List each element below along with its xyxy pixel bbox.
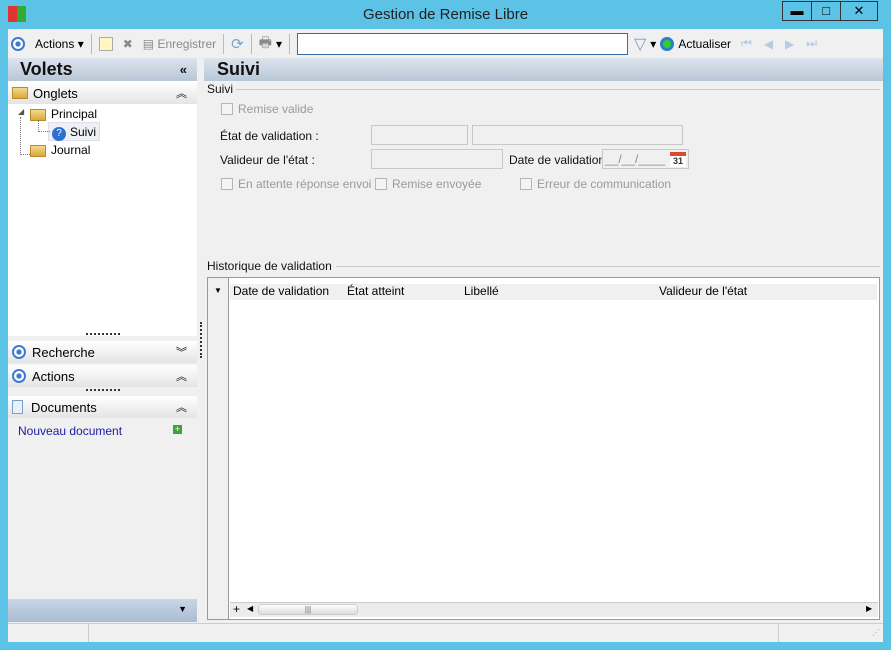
close-button[interactable]: ✕ <box>840 1 878 21</box>
column-header[interactable]: Valideur de l'état <box>659 284 747 298</box>
date-label: Date de validation : <box>509 153 612 167</box>
folder-icon <box>12 87 28 99</box>
previous-record-icon[interactable]: ◀ <box>764 37 773 51</box>
valideur-field[interactable] <box>371 149 503 169</box>
volets-header: Volets « <box>8 58 197 81</box>
chevron-down-icon[interactable]: ▼ <box>178 604 187 614</box>
tree-label: Suivi <box>70 125 97 139</box>
status-bar: ⋰ <box>8 623 883 642</box>
erreur-checkbox[interactable]: Erreur de communication <box>520 177 671 191</box>
valideur-label: Valideur de l'état : <box>220 153 315 167</box>
filter-dropdown[interactable]: ▾ <box>650 37 656 51</box>
toolbar: Actions ▾ ✖ ▤ Enregistrer ⟳ 🖶 ▾ ▽ ▾ Actua… <box>8 29 883 58</box>
actions-header[interactable]: Actions ︽ <box>8 365 197 387</box>
new-icon[interactable] <box>98 36 113 51</box>
filter-icon[interactable]: ▽ <box>634 34 646 54</box>
chevron-down-icon[interactable]: ︾ <box>176 344 187 360</box>
checkbox-label: Remise valide <box>238 102 314 116</box>
window-title: Gestion de Remise Libre <box>362 6 529 23</box>
checkbox-label: Remise envoyée <box>392 177 482 191</box>
group-line <box>336 266 880 267</box>
tree-label: Principal <box>51 107 98 121</box>
vertical-splitter[interactable] <box>200 322 202 358</box>
new-document-link[interactable]: Nouveau document <box>18 424 122 438</box>
onglets-label: Onglets <box>33 85 78 101</box>
column-header[interactable]: État atteint <box>347 284 404 298</box>
refresh-icon[interactable] <box>660 36 675 51</box>
recherche-icon <box>12 345 26 359</box>
last-record-icon[interactable]: ⏭ <box>806 36 817 51</box>
tree-item-journal[interactable]: Journal <box>30 143 90 157</box>
next-record-icon[interactable]: ▶ <box>785 37 794 51</box>
actions-menu[interactable]: Actions ▾ <box>35 37 84 51</box>
en-attente-checkbox[interactable]: En attente réponse envoi <box>221 177 371 191</box>
search-input[interactable] <box>296 32 628 55</box>
first-record-icon[interactable]: ⏮ <box>741 36 752 51</box>
column-header[interactable]: Date de validation <box>233 284 329 298</box>
scroll-left-icon[interactable]: ◀ <box>247 604 253 613</box>
tree-item-principal[interactable]: Principal <box>30 107 97 121</box>
chevron-up-icon[interactable]: ︽ <box>176 399 187 415</box>
document-icon <box>12 400 23 414</box>
scroll-right-icon[interactable]: ▶ <box>866 604 872 613</box>
tree-item-suivi[interactable]: ? Suivi <box>48 122 101 141</box>
suivi-group-label: Suivi <box>207 82 234 96</box>
add-icon[interactable]: + <box>173 425 182 434</box>
sync-icon[interactable]: ⟳ <box>231 35 244 53</box>
scroll-thumb[interactable]: ||| <box>258 604 358 615</box>
row-selector-column <box>208 278 229 619</box>
column-header[interactable]: Libellé <box>464 284 499 298</box>
actions-label: Actions <box>35 36 75 51</box>
minimize-button[interactable]: ▬ <box>782 1 812 21</box>
status-divider <box>88 624 89 642</box>
onglets-header[interactable]: Onglets ︽ <box>8 82 197 104</box>
checkbox-label: En attente réponse envoi <box>238 177 372 191</box>
column-chooser-icon[interactable]: ▼ <box>214 286 222 295</box>
historique-label: Historique de validation <box>207 259 332 273</box>
pane-footer: ▼ <box>8 599 197 622</box>
chevron-up-icon[interactable]: ︽ <box>176 368 187 384</box>
add-row-icon[interactable]: + <box>233 602 240 616</box>
save-label: Enregistrer <box>157 36 217 51</box>
tree-line <box>20 117 30 155</box>
documents-label: Documents <box>31 399 97 415</box>
page-title: Suivi <box>204 58 883 81</box>
help-icon: ? <box>52 127 66 141</box>
refresh-button[interactable]: Actualiser <box>678 37 731 51</box>
remise-valide-checkbox[interactable]: Remise valide <box>221 102 313 116</box>
tree-label: Journal <box>51 143 91 157</box>
remise-envoyee-checkbox[interactable]: Remise envoyée <box>375 177 481 191</box>
historique-grid <box>207 277 880 620</box>
checkbox-label: Erreur de communication <box>537 177 672 191</box>
collapse-pane-icon[interactable]: « <box>180 58 187 81</box>
resize-grip-icon[interactable]: ⋰ <box>872 628 880 637</box>
tree-line <box>38 120 50 132</box>
etat-label: État de validation : <box>220 129 319 143</box>
group-line <box>236 89 880 90</box>
maximize-button[interactable]: □ <box>811 1 841 21</box>
splitter-handle[interactable] <box>86 389 120 391</box>
delete-icon[interactable]: ✖ <box>123 37 133 51</box>
documents-header[interactable]: Documents ︽ <box>8 396 197 418</box>
actions-label: Actions <box>32 368 75 384</box>
date-value: __/__/____ <box>605 152 666 166</box>
chevron-up-icon[interactable]: ︽ <box>176 85 187 101</box>
save-button[interactable]: ▤ Enregistrer <box>143 37 216 51</box>
etat-code-field[interactable] <box>371 125 468 145</box>
print-icon[interactable]: 🖶 <box>259 32 272 56</box>
actions-icon <box>11 36 25 51</box>
print-dropdown[interactable]: ▾ <box>276 37 282 51</box>
app-icon <box>8 6 26 22</box>
etat-libelle-field[interactable] <box>472 125 683 145</box>
status-divider <box>778 624 779 642</box>
actions-icon <box>12 369 26 383</box>
calendar-icon[interactable]: 31 <box>670 152 686 167</box>
expand-icon[interactable]: ◢ <box>18 107 24 116</box>
folder-icon <box>30 144 46 157</box>
recherche-label: Recherche <box>32 344 95 360</box>
volets-title: Volets <box>20 59 73 79</box>
recherche-header[interactable]: Recherche ︾ <box>8 341 197 363</box>
splitter-handle[interactable] <box>86 333 120 335</box>
